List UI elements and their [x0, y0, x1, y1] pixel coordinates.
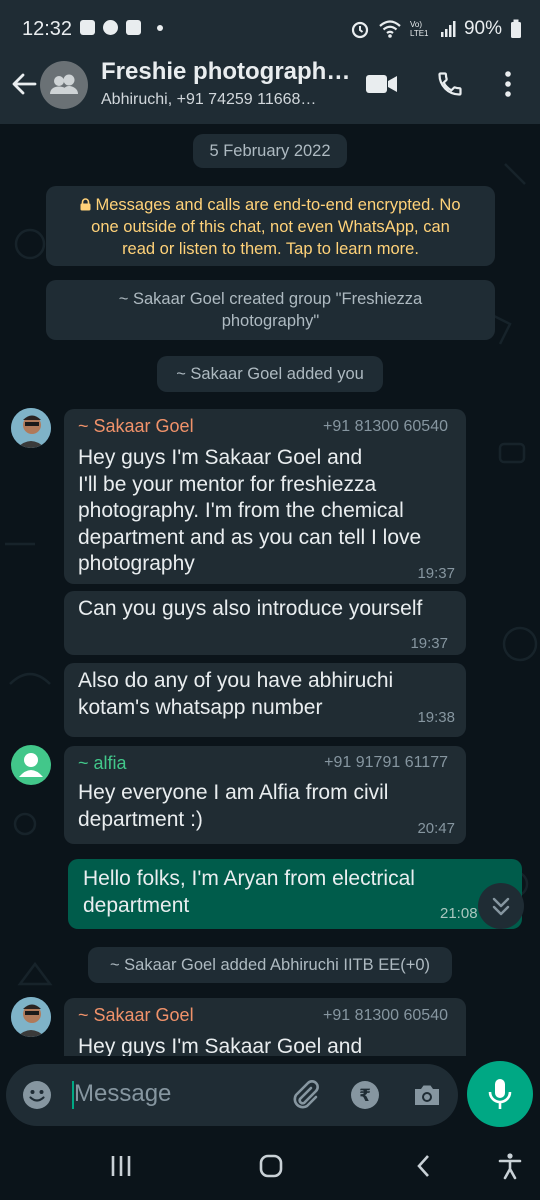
microphone-icon [488, 1079, 512, 1109]
emoji-icon[interactable] [22, 1080, 52, 1110]
message-line: I'll be your mentor for freshiezza [78, 472, 377, 496]
sender-avatar-sakaar[interactable] [11, 997, 51, 1037]
home-icon[interactable] [258, 1153, 284, 1179]
network-type: Vo) LTE1 [409, 20, 429, 38]
sender-phone: +91 81300 60540 [322, 418, 448, 435]
message-text: Hey guys I'm Sakaar Goel and [78, 1034, 362, 1056]
sender-avatar-sakaar[interactable] [11, 408, 51, 448]
profile-photo [11, 408, 51, 448]
outgoing-message[interactable]: Hello folks, I'm Aryan from electrical d… [68, 859, 522, 929]
message-line: Also do any of you have abhiruchi [78, 669, 394, 692]
message-time: 20:47 [417, 820, 455, 837]
message-text: Hello folks, I'm Aryan from electrical d… [83, 866, 415, 919]
system-message-group-created: ~ Sakaar Goel created group "Freshiezza … [46, 280, 495, 340]
payment-rupee-icon[interactable]: ₹ [350, 1080, 380, 1110]
notification-icons [80, 20, 163, 35]
voice-call-icon[interactable] [436, 70, 464, 98]
incoming-message[interactable]: ~ alfia +91 91791 61177 Hey everyone I a… [64, 746, 466, 844]
gallery-notification-icon [80, 20, 95, 35]
chat-title[interactable]: Freshie photograph… [101, 58, 350, 86]
teams-notification-icon [126, 20, 141, 35]
battery-icon [511, 19, 521, 38]
message-line: Can you guys also introduce yourself [78, 597, 423, 620]
lock-icon [80, 198, 91, 211]
encryption-text-line1: Messages and calls are end-to-end encryp… [95, 196, 461, 214]
sender-phone: +91 81300 60540 [322, 1007, 448, 1024]
more-notifications-dot [157, 24, 163, 31]
default-avatar-icon [19, 753, 43, 777]
sender-name[interactable]: ~ alfia [78, 753, 127, 774]
whatsapp-notification-icon [103, 20, 118, 35]
message-time: 19:37 [410, 635, 448, 652]
message-line: Hey guys I'm Sakaar Goel and [78, 1035, 363, 1056]
sender-phone: +91 91791 61177 [324, 754, 448, 771]
video-call-icon[interactable] [366, 73, 398, 95]
more-options-icon[interactable] [502, 70, 514, 98]
message-time: 19:38 [417, 709, 455, 726]
system-text: ~ Sakaar Goel added Abhiruchi IITB EE(+0… [109, 956, 431, 974]
message-composer[interactable]: Message ₹ [6, 1064, 458, 1126]
message-line: kotam's whatsapp number [78, 695, 323, 719]
system-text: ~ Sakaar Goel created group "Freshiezza [118, 290, 423, 308]
profile-photo [11, 997, 51, 1037]
message-input[interactable]: Message [74, 1080, 171, 1108]
message-line: photography [78, 552, 195, 575]
incoming-message[interactable]: ~ Sakaar Goel +91 81300 60540 Hey guys I… [64, 409, 466, 584]
battery-percent: 90% [463, 18, 502, 39]
back-nav-icon[interactable] [411, 1153, 437, 1179]
message-line: photography. I'm from the chemical [78, 499, 404, 522]
system-text: ~ Sakaar Goel added you [176, 365, 364, 383]
scroll-to-bottom-button[interactable] [478, 883, 524, 929]
wifi-icon [379, 20, 401, 38]
message-line: Hello folks, I'm Aryan from electrical [83, 867, 415, 890]
chat-subtitle[interactable]: Abhiruchi, +91 74259 11668… [101, 91, 316, 109]
message-text: Hey everyone I am Alfia from civil depar… [78, 780, 388, 833]
svg-text:₹: ₹ [359, 1086, 371, 1106]
encryption-notice[interactable]: Messages and calls are end-to-end encryp… [46, 186, 495, 266]
encryption-text-line3: read or listen to them. Tap to learn mor… [122, 240, 419, 258]
accessibility-icon[interactable] [497, 1152, 523, 1180]
alarm-icon [351, 21, 369, 39]
system-icons: Vo) LTE1 90% [350, 18, 522, 40]
message-line: department and as you can tell I love [78, 525, 422, 549]
double-chevron-down-icon [492, 897, 510, 916]
message-time: 19:37 [417, 565, 455, 582]
message-text: Also do any of you have abhiruchi kotam'… [78, 668, 393, 721]
incoming-message[interactable]: Also do any of you have abhiruchi kotam'… [64, 663, 466, 737]
system-message-added-member: ~ Sakaar Goel added Abhiruchi IITB EE(+0… [88, 947, 452, 983]
status-time: 12:32 [22, 18, 73, 40]
message-line: department [83, 893, 190, 917]
group-icon [50, 74, 78, 94]
message-text: Hey guys I'm Sakaar Goel and I'll be you… [78, 445, 421, 578]
back-arrow-icon[interactable] [10, 70, 38, 98]
message-text: Can you guys also introduce yourself [78, 596, 422, 623]
signal-icon [440, 21, 456, 37]
recent-apps-icon[interactable] [108, 1153, 134, 1179]
chat-header: Freshie photograph… Abhiruchi, +91 74259… [0, 54, 540, 124]
incoming-message[interactable]: ~ Sakaar Goel +91 81300 60540 Hey guys I… [64, 998, 466, 1056]
sender-avatar-alfia[interactable] [11, 745, 51, 785]
sender-name[interactable]: ~ Sakaar Goel [78, 416, 194, 437]
system-message-added-you: ~ Sakaar Goel added you [157, 356, 383, 392]
voice-message-button[interactable] [467, 1061, 533, 1127]
system-text: photography" [221, 312, 320, 330]
date-label: 5 February 2022 [209, 142, 331, 160]
message-line: Hey everyone I am Alfia from civil [78, 781, 389, 804]
message-line: Hey guys I'm Sakaar Goel and [78, 446, 363, 469]
encryption-text-line2: one outside of this chat, not even Whats… [91, 218, 450, 236]
message-time: 21:08 [440, 905, 478, 922]
incoming-message[interactable]: Can you guys also introduce yourself 19:… [64, 591, 466, 655]
sender-name[interactable]: ~ Sakaar Goel [78, 1005, 194, 1026]
android-nav-bar [0, 1136, 540, 1200]
message-list[interactable]: 5 February 2022 Messages and calls are e… [0, 124, 540, 1056]
group-avatar[interactable] [40, 61, 88, 109]
status-bar: 12:32 Vo) LTE1 90% [0, 0, 540, 54]
date-chip: 5 February 2022 [193, 134, 347, 168]
camera-icon[interactable] [412, 1080, 442, 1110]
message-line: department :) [78, 807, 203, 831]
attach-icon[interactable] [289, 1080, 321, 1112]
